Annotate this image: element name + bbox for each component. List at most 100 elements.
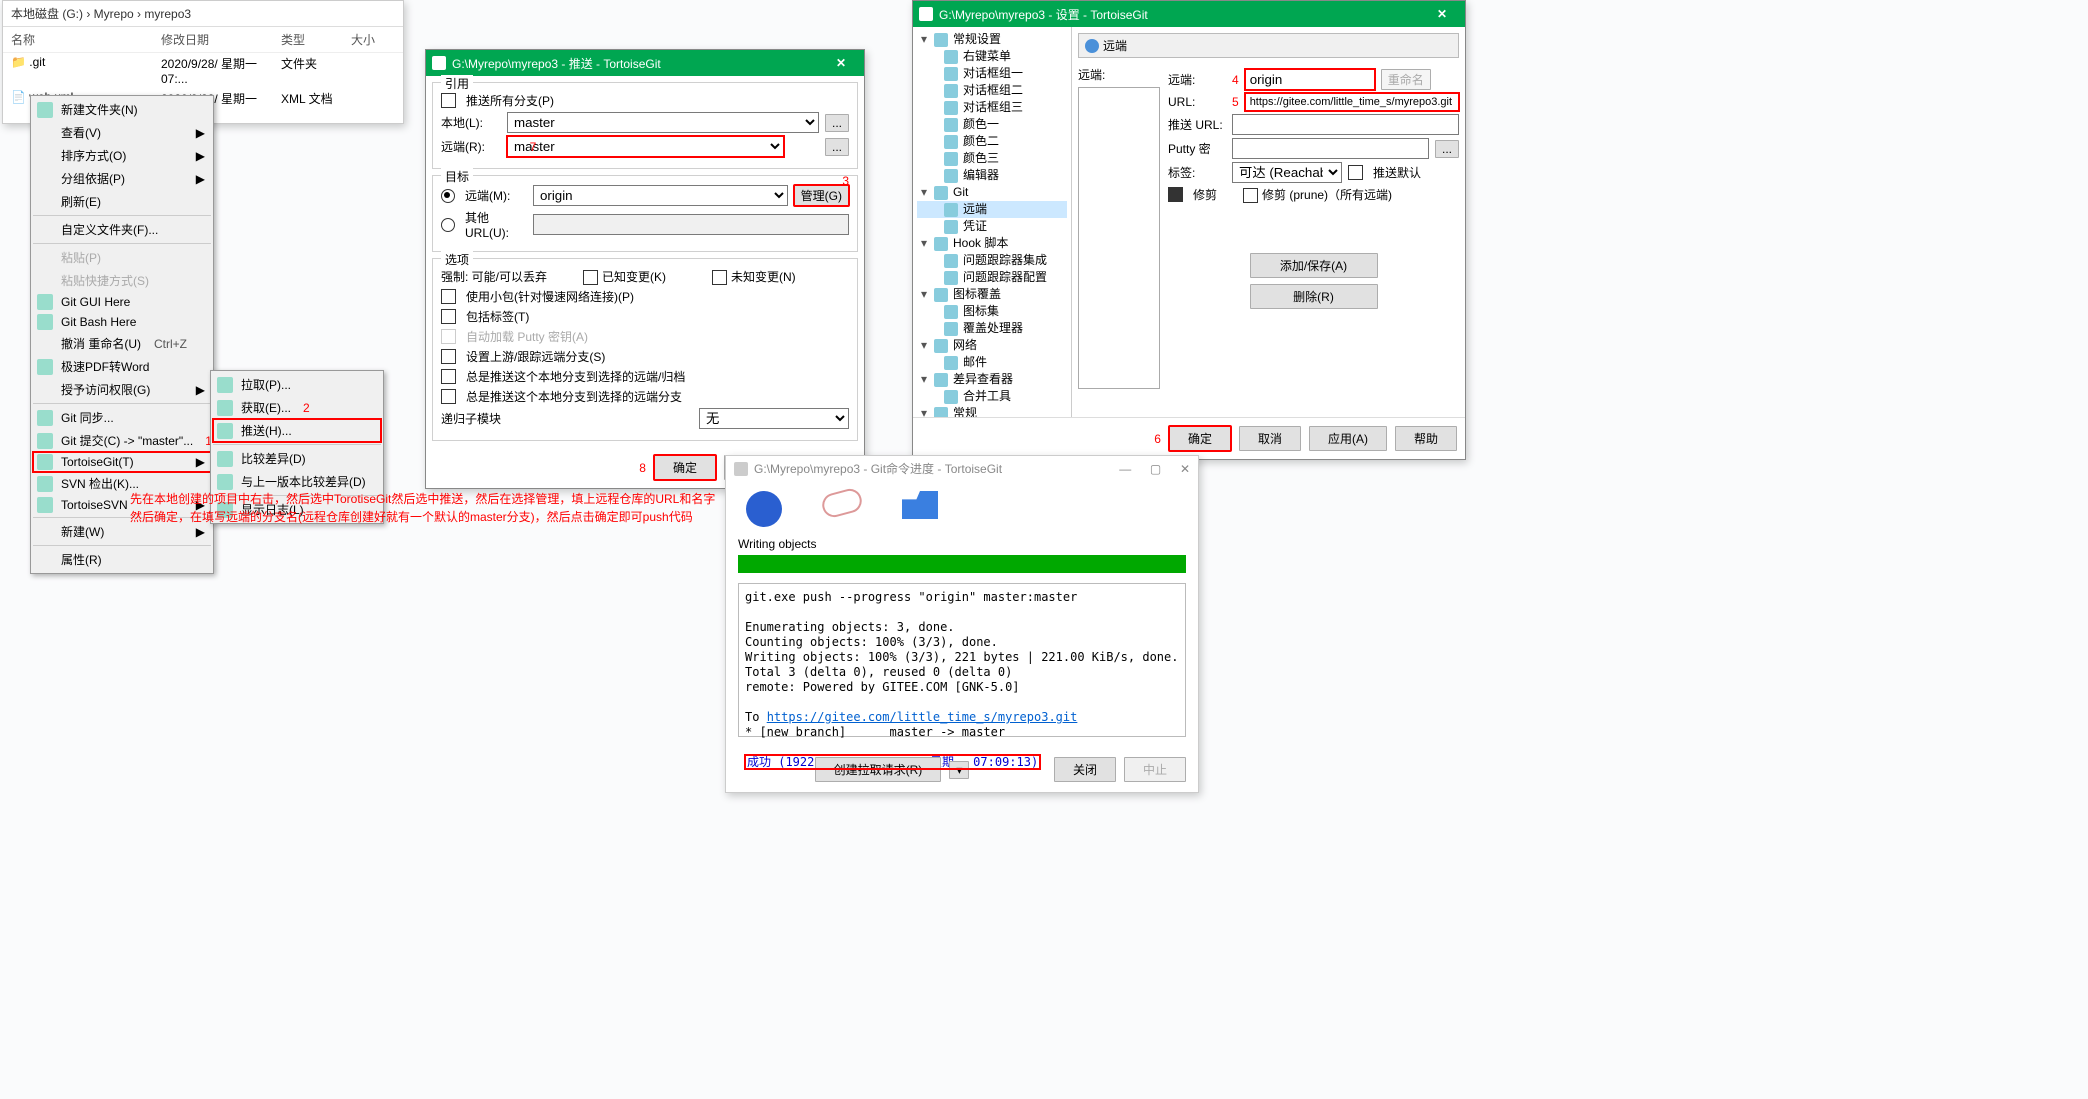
tree-node[interactable]: 颜色二 <box>917 133 1067 150</box>
menu-item[interactable]: Git 提交(C) -> "master"...1 <box>33 429 211 452</box>
browse-putty-button[interactable]: ... <box>1435 140 1459 158</box>
push-url-input[interactable] <box>1232 114 1459 135</box>
menu-item[interactable]: 授予访问权限(G)▶ <box>33 378 211 401</box>
tree-node[interactable]: ▾Git <box>917 184 1067 201</box>
local-branch-select[interactable]: master <box>507 112 819 133</box>
push-dialog: G:\Myrepo\myrepo3 - 推送 - TortoiseGit ✕ 引… <box>425 49 865 489</box>
minimize-icon[interactable]: — <box>1119 462 1131 476</box>
progress-icons <box>726 481 1198 537</box>
menu-item[interactable]: 推送(H)... <box>213 419 381 442</box>
tree-node[interactable]: ▾差异查看器 <box>917 371 1067 388</box>
tree-node[interactable]: 合并工具 <box>917 388 1067 405</box>
tree-node[interactable]: 图标集 <box>917 303 1067 320</box>
url-input[interactable] <box>1245 93 1459 111</box>
menu-item[interactable]: 拉取(P)... <box>213 373 381 396</box>
app-icon <box>919 7 933 21</box>
menu-item[interactable]: TortoiseGit(T)▶ <box>33 452 211 472</box>
tree-node[interactable]: 问题跟踪器配置 <box>917 269 1067 286</box>
add-save-button[interactable]: 添加/保存(A) <box>1250 253 1378 278</box>
tree-node[interactable]: 邮件 <box>917 354 1067 371</box>
status-label: Writing objects <box>726 537 1198 555</box>
create-pr-button[interactable]: 创建拉取请求(R) <box>815 757 942 782</box>
help-button[interactable]: 帮助 <box>1395 426 1457 451</box>
ok-button[interactable]: 确定 <box>654 455 716 480</box>
tree-node[interactable]: ▾常规设置 <box>917 31 1067 48</box>
menu-item[interactable]: 粘贴(P) <box>33 246 211 269</box>
menu-item[interactable]: 分组依据(P)▶ <box>33 167 211 190</box>
remote-branch-select[interactable]: master <box>507 136 784 157</box>
tree-node[interactable]: 覆盖处理器 <box>917 320 1067 337</box>
manage-button[interactable]: 管理(G) <box>794 185 849 206</box>
globe-icon <box>1085 39 1099 53</box>
menu-item[interactable]: 自定义文件夹(F)... <box>33 218 211 241</box>
submodule-select[interactable]: 无 <box>699 408 849 429</box>
menu-item[interactable]: 粘贴快捷方式(S) <box>33 269 211 292</box>
putty-key-input[interactable] <box>1232 138 1429 159</box>
progress-bar <box>738 555 1186 573</box>
file-row[interactable]: 📁 .git 2020/9/28/ 星期一 07:... 文件夹 <box>3 53 403 88</box>
tree-node[interactable]: 对话框组三 <box>917 99 1067 116</box>
dest-url-radio[interactable] <box>441 218 455 232</box>
pr-dropdown-button[interactable]: ▾ <box>949 761 969 779</box>
cancel-button[interactable]: 取消 <box>1239 426 1301 451</box>
dest-remote-select[interactable]: origin <box>533 185 788 206</box>
col-size[interactable]: 大小 <box>351 31 375 48</box>
dest-remote-radio[interactable] <box>441 189 455 203</box>
ok-button[interactable]: 确定 <box>1169 426 1231 451</box>
tree-node[interactable]: 对话框组一 <box>917 65 1067 82</box>
settings-tree[interactable]: ▾常规设置右键菜单对话框组一对话框组二对话框组三颜色一颜色二颜色三编辑器▾Git… <box>913 27 1072 417</box>
app-icon <box>734 462 748 476</box>
menu-item[interactable]: Git 同步... <box>33 406 211 429</box>
window-title: G:\Myrepo\myrepo3 - 推送 - TortoiseGit <box>452 55 661 72</box>
stop-button: 中止 <box>1124 757 1186 782</box>
titlebar: G:\Myrepo\myrepo3 - Git命令进度 - TortoiseGi… <box>726 456 1198 481</box>
tree-node[interactable]: 编辑器 <box>917 167 1067 184</box>
tree-node[interactable]: ▾Hook 脚本 <box>917 235 1067 252</box>
menu-item[interactable]: 比较差异(D) <box>213 447 381 470</box>
menu-item[interactable]: 刷新(E) <box>33 190 211 213</box>
menu-item[interactable]: 新建文件夹(N) <box>33 98 211 121</box>
menu-item[interactable]: 查看(V)▶ <box>33 121 211 144</box>
tree-node[interactable]: 右键菜单 <box>917 48 1067 65</box>
close-icon[interactable]: ✕ <box>824 52 858 74</box>
remote-name-input[interactable] <box>1245 69 1375 90</box>
menu-item[interactable]: 属性(R) <box>33 548 211 571</box>
breadcrumb[interactable]: 本地磁盘 (G:) › Myrepo › myrepo3 <box>3 1 403 27</box>
apply-button[interactable]: 应用(A) <box>1309 426 1387 451</box>
progress-dialog: G:\Myrepo\myrepo3 - Git命令进度 - TortoiseGi… <box>725 455 1199 793</box>
remote-listbox[interactable] <box>1078 87 1160 389</box>
push-all-checkbox[interactable] <box>441 93 456 108</box>
close-icon[interactable]: ✕ <box>1180 462 1190 476</box>
tree-node[interactable]: ▾图标覆盖 <box>917 286 1067 303</box>
browse-local-button[interactable]: ... <box>825 114 849 132</box>
tree-node[interactable]: 颜色一 <box>917 116 1067 133</box>
tree-node[interactable]: 颜色三 <box>917 150 1067 167</box>
menu-item[interactable]: 获取(E)...2 <box>213 396 381 419</box>
repo-link[interactable]: https://gitee.com/little_time_s/myrepo3.… <box>767 710 1078 724</box>
tag-select[interactable]: 可达 (Reachable) <box>1232 162 1342 183</box>
link-icon <box>820 486 865 520</box>
rename-button[interactable]: 重命名 <box>1381 69 1431 90</box>
close-button[interactable]: 关闭 <box>1054 757 1116 782</box>
tree-node[interactable]: 远端 <box>917 201 1067 218</box>
menu-item[interactable]: 极速PDF转Word <box>33 355 211 378</box>
menu-item[interactable]: 排序方式(O)▶ <box>33 144 211 167</box>
globe-icon <box>746 491 782 527</box>
tree-node[interactable]: 对话框组二 <box>917 82 1067 99</box>
close-icon[interactable]: ✕ <box>1425 3 1459 25</box>
browse-remote-button[interactable]: ... <box>825 138 849 156</box>
col-date[interactable]: 修改日期 <box>161 31 281 48</box>
tree-node[interactable]: ▾网络 <box>917 337 1067 354</box>
tree-node[interactable]: 凭证 <box>917 218 1067 235</box>
panel-header: 远端 <box>1078 33 1459 58</box>
col-name[interactable]: 名称 <box>11 31 161 48</box>
menu-item[interactable]: Git GUI Here <box>33 292 211 312</box>
remove-button[interactable]: 删除(R) <box>1250 284 1378 309</box>
tree-node[interactable]: ▾常规 <box>917 405 1067 417</box>
tree-node[interactable]: 问题跟踪器集成 <box>917 252 1067 269</box>
output-console[interactable]: git.exe push --progress "origin" master:… <box>738 583 1186 737</box>
maximize-icon[interactable]: ▢ <box>1150 462 1161 476</box>
menu-item[interactable]: 撤消 重命名(U)Ctrl+Z <box>33 332 211 355</box>
col-type[interactable]: 类型 <box>281 31 351 48</box>
menu-item[interactable]: Git Bash Here <box>33 312 211 332</box>
